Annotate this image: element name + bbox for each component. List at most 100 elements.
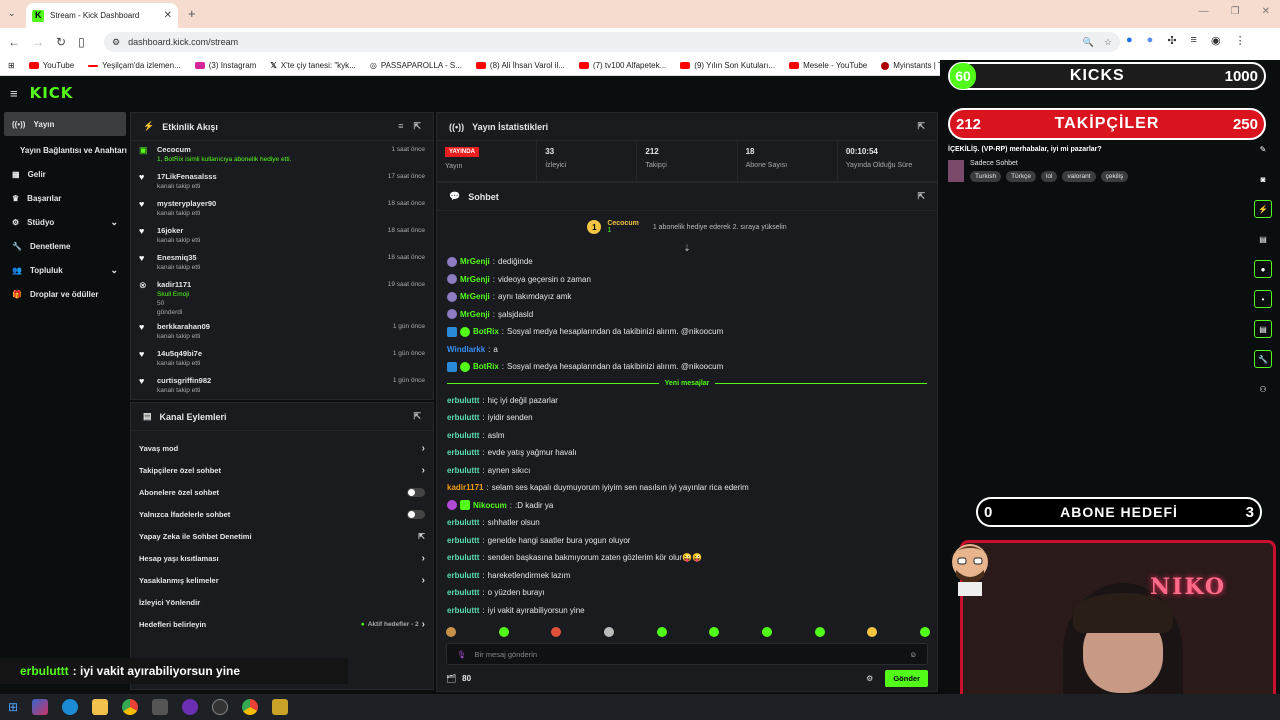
hamburger-menu-icon[interactable]: ≡ [10, 86, 18, 101]
puzzle-icon[interactable]: ✣ [1167, 34, 1176, 47]
close-tab-icon[interactable]: ✕ [164, 10, 172, 21]
chat-username[interactable]: erbuluttt [447, 536, 479, 545]
wrench-icon[interactable]: 🔧 [1254, 350, 1272, 368]
address-bar[interactable]: ⚙ dashboard.kick.com/stream 🔍 ☆ [104, 32, 1120, 52]
chat-bubble-icon[interactable]: ● [1254, 260, 1272, 278]
tag[interactable]: çekiliş [1100, 171, 1129, 182]
chat-username[interactable]: MrGenji [460, 310, 490, 319]
send-button[interactable]: Gönder [885, 669, 928, 687]
apps-icon[interactable]: ⊞ [8, 61, 15, 70]
nav-achievements[interactable]: ♛ Başarılar [0, 186, 130, 210]
subs-only-toggle[interactable] [407, 487, 425, 497]
chat-username[interactable]: erbuluttt [447, 431, 479, 440]
filter-icon[interactable]: ≡ [398, 121, 403, 132]
people-icon[interactable]: ⚇ [1254, 380, 1272, 398]
store-icon[interactable] [152, 699, 169, 715]
emote-icon[interactable] [919, 627, 930, 637]
app-icon[interactable] [182, 699, 199, 715]
goals-row[interactable]: Hedefleri belirleyin ● Aktif hedefler - 2 › [131, 613, 433, 635]
scroll-down-icon[interactable]: ⇣ [437, 243, 937, 253]
copilot-icon[interactable] [32, 699, 49, 715]
account-age-row[interactable]: Hesap yaşı kısıtlaması › [131, 547, 433, 569]
slow-mode-row[interactable]: Yavaş mod › [131, 437, 433, 459]
close-window-icon[interactable]: ✕ [1262, 6, 1270, 17]
emote-icon[interactable] [709, 627, 720, 637]
tag[interactable]: Türkçe [1006, 171, 1036, 182]
pencil-icon[interactable]: ✎ [1254, 140, 1272, 158]
emote-icon[interactable] [867, 627, 878, 637]
ai-moderation-row[interactable]: Yapay Zeka ile Sohbet Denetimi ⇱ [131, 525, 433, 547]
forward-icon[interactable]: → [32, 35, 44, 49]
obs-icon[interactable] [212, 699, 229, 715]
extension2-icon[interactable]: ● [1147, 34, 1154, 47]
chat-username[interactable]: erbuluttt [447, 413, 479, 422]
nav-stream-key[interactable]: Yayın Bağlantısı ve Anahtarı [0, 138, 130, 162]
chat-username[interactable]: BotRix [473, 327, 499, 336]
followers-only-row[interactable]: Takipçilere özel sohbet › [131, 459, 433, 481]
chat-username[interactable]: erbuluttt [447, 588, 479, 597]
emote-icon[interactable] [603, 627, 614, 637]
popout-icon[interactable]: ⇱ [917, 121, 925, 132]
chrome-icon[interactable] [242, 699, 259, 715]
emote-only-toggle[interactable] [407, 509, 425, 519]
edge-icon[interactable] [62, 699, 79, 715]
chat-username[interactable]: MrGenji [460, 257, 490, 266]
bookmark-item[interactable]: 𝕏 X'te çiy tanesi: "kyk... [270, 61, 356, 70]
chat-input[interactable]: 🎙 Bir mesaj gönderin ☺ [446, 643, 928, 665]
chat-username[interactable]: erbuluttt [447, 553, 479, 562]
chat-username[interactable]: erbuluttt [447, 571, 479, 580]
chat-username[interactable]: Windlarkk [447, 345, 485, 354]
emote-icon[interactable] [551, 627, 562, 637]
points-icon[interactable]: 🗂 [446, 674, 456, 683]
split-view-icon[interactable]: ▯ [78, 35, 85, 49]
emote-icon[interactable] [814, 627, 825, 637]
chat-username[interactable]: erbuluttt [447, 448, 479, 457]
bookmark-item[interactable]: Mesele - YouTube [789, 61, 867, 70]
chrome-icon[interactable] [122, 699, 139, 715]
chat-username[interactable]: erbuluttt [447, 606, 479, 615]
nav-drops[interactable]: 🎁 Droplar ve ödüller [0, 282, 130, 306]
emote-icon[interactable] [761, 627, 772, 637]
tag[interactable]: Turkish [970, 171, 1002, 182]
browser-tab[interactable]: Stream - Kick Dashboard ✕ [26, 3, 178, 28]
bookmark-item[interactable]: (8) Ali İhsan Varol il... [475, 61, 565, 70]
broadcast-icon[interactable]: • [1254, 290, 1272, 308]
banned-words-row[interactable]: Yasaklanmış kelimeler › [131, 569, 433, 591]
site-info-icon[interactable]: ⚙ [112, 37, 120, 48]
tab-search-icon[interactable]: ⌄ [8, 8, 16, 19]
extension-icon[interactable]: ● [1126, 34, 1133, 47]
menu-icon[interactable]: ⋮ [1235, 34, 1246, 47]
popout-icon[interactable]: ⇱ [917, 191, 925, 202]
chat-username[interactable]: erbuluttt [447, 518, 479, 527]
bookmark-item[interactable]: (3) Instagram [194, 61, 256, 70]
file-explorer-icon[interactable] [92, 699, 109, 715]
chat-username[interactable]: BotRix [473, 362, 499, 371]
profile-avatar[interactable]: ◉ [1211, 34, 1221, 47]
nav-stream[interactable]: ((•)) Yayın [4, 112, 126, 136]
emoji-picker-icon[interactable]: ☺ [909, 650, 917, 659]
document-icon[interactable]: ▤ [1254, 230, 1272, 248]
popout-icon[interactable]: ⇱ [413, 411, 421, 422]
nav-community[interactable]: 👥 Topluluk ⌄ [0, 258, 130, 282]
nav-moderation[interactable]: 🔧 Denetleme [0, 234, 130, 258]
emote-icon[interactable] [446, 627, 456, 637]
minimize-icon[interactable]: — [1199, 6, 1209, 17]
bookmark-item[interactable]: Yeşilçam'da izlemen... [88, 61, 181, 70]
reading-list-icon[interactable]: ≡ [1191, 34, 1197, 47]
zoom-icon[interactable]: 🔍 [1083, 37, 1094, 48]
raid-row[interactable]: İzleyici Yönlendir [131, 591, 433, 613]
new-tab-icon[interactable]: + [188, 6, 196, 21]
bookmark-item[interactable]: (7) tv100 Alfapetek... [578, 61, 666, 70]
bookmark-star-icon[interactable]: ☆ [1104, 37, 1112, 48]
chat-username[interactable]: kadir1171 [447, 483, 483, 492]
bookmark-item[interactable]: (9) Yılın Son Kutuları... [680, 61, 775, 70]
windows-start-icon[interactable]: ⊞ [8, 700, 18, 714]
nav-studio[interactable]: ⚙ Stüdyo ⌄ [0, 210, 130, 234]
bolt-icon[interactable]: ⚡ [1254, 200, 1272, 218]
popout-icon[interactable]: ⇱ [413, 121, 421, 132]
emote-icon[interactable] [498, 627, 509, 637]
chat-settings-icon[interactable]: ⚙ [866, 674, 873, 683]
tag[interactable]: valorant [1062, 171, 1096, 182]
restore-icon[interactable]: ❐ [1231, 6, 1240, 17]
kick-logo[interactable]: KICK [30, 84, 74, 102]
